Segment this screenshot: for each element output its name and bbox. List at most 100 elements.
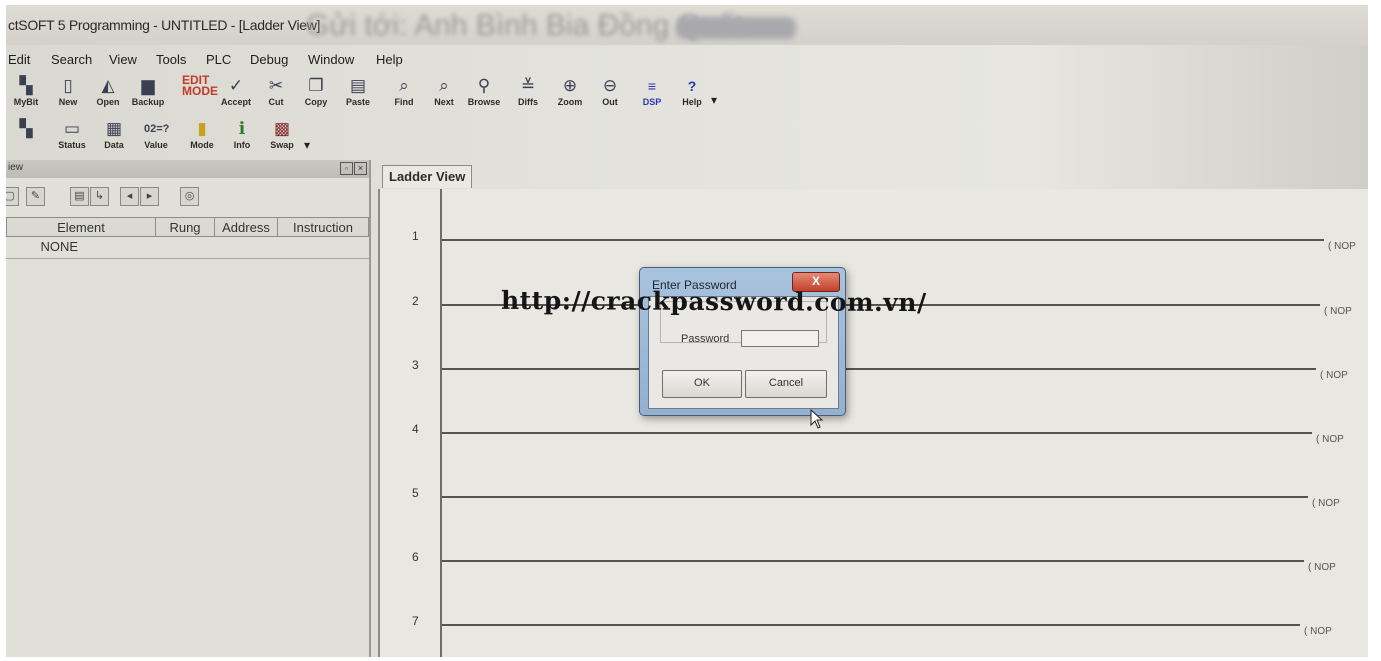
browse-button[interactable]: ⚲ Browse <box>466 75 502 113</box>
rung-number: 1 <box>412 229 419 243</box>
rung-line[interactable] <box>442 624 1300 626</box>
edit-mode-icon: EDIT MODE <box>182 73 218 98</box>
rung-number: 3 <box>412 358 419 372</box>
menu-window[interactable]: Window <box>308 52 354 67</box>
accept-button[interactable]: ✓ Accept <box>218 75 254 113</box>
ladder-canvas[interactable]: 1 2 3 4 5 6 7 ( NOP ( NOP ( NOP ( NOP ( … <box>378 189 1368 657</box>
refresh-icon[interactable]: ◎ <box>180 187 199 206</box>
cut-button[interactable]: ✂ Cut <box>258 75 294 113</box>
goto-icon[interactable]: ↳ <box>90 187 109 206</box>
copy-icon: ❐ <box>308 76 324 95</box>
title-bar: ctSOFT 5 Programming - UNTITLED - [Ladde… <box>6 5 1368 45</box>
password-field[interactable] <box>741 330 819 347</box>
rung-coil[interactable]: ( NOP <box>1304 626 1332 637</box>
print-icon[interactable]: ▤ <box>70 187 89 206</box>
backup-button[interactable]: ▆ Backup <box>130 75 166 113</box>
col-element[interactable]: Element <box>6 217 156 237</box>
rung-line[interactable] <box>442 496 1308 498</box>
menu-view[interactable]: View <box>109 52 137 67</box>
mybit2-button[interactable]: ▚ <box>8 118 44 156</box>
data-icon: ▦ <box>105 119 123 138</box>
open-folder-icon: ◭ <box>101 76 115 95</box>
status-button[interactable]: ▭ Status <box>54 118 90 156</box>
col-address[interactable]: Address <box>214 217 278 237</box>
rung-coil[interactable]: ( NOP <box>1308 562 1336 573</box>
new-button[interactable]: ▯ New <box>50 75 86 113</box>
open-button[interactable]: ◭ Open <box>90 75 126 113</box>
help-button[interactable]: ? Help <box>674 75 710 113</box>
table-row[interactable]: NONE <box>7 237 369 256</box>
ok-button[interactable]: OK <box>662 370 742 398</box>
menu-help[interactable]: Help <box>376 52 403 67</box>
rung-coil[interactable]: ( NOP <box>1320 370 1348 381</box>
rung-line[interactable] <box>442 368 1316 370</box>
dsp-icon: ≡ <box>647 78 657 94</box>
toolbar2-overflow-icon[interactable]: ▾ <box>304 138 310 152</box>
pane-caption: iew ▫ × <box>6 160 369 178</box>
tab-ladder-view[interactable]: Ladder View <box>382 165 473 188</box>
new-file-icon: ▯ <box>63 76 73 95</box>
mode-icon: ▮ <box>197 119 207 138</box>
cell-address <box>215 237 278 256</box>
rung-coil[interactable]: ( NOP <box>1312 498 1340 509</box>
toolbar-overflow-icon[interactable]: ▾ <box>711 93 717 107</box>
next-icon[interactable]: ▸ <box>140 187 159 206</box>
paste-button[interactable]: ▤ Paste <box>340 75 376 113</box>
zoom-icon: ⊕ <box>562 76 578 95</box>
edit-pencil-icon[interactable]: ✎ <box>26 187 45 206</box>
rung-line[interactable] <box>442 239 1324 241</box>
rung-line[interactable] <box>442 560 1304 562</box>
rung-coil[interactable]: ( NOP <box>1316 434 1344 445</box>
pane-tool-1-icon[interactable]: ▢ <box>6 187 19 206</box>
divider <box>6 258 369 259</box>
main-toolbar: ▚ MyBit ▯ New ◭ Open ▆ Backup EDIT MODE ✓ Acce… <box>6 73 746 115</box>
find-icon: ⌕ <box>399 76 409 95</box>
diffs-button[interactable]: ≚ Diffs <box>510 75 546 113</box>
swap-icon: ▩ <box>273 119 291 138</box>
find-button[interactable]: ⌕ Find <box>386 75 422 113</box>
backup-icon: ▆ <box>141 76 155 95</box>
menu-tools[interactable]: Tools <box>156 52 186 67</box>
zoom-out-icon: ⊖ <box>602 76 618 95</box>
mybit-button[interactable]: ▚ MyBit <box>8 75 44 113</box>
mouse-pointer-icon <box>810 409 824 429</box>
menu-edit[interactable]: Edit <box>8 52 30 67</box>
zoom-out-button[interactable]: ⊖ Out <box>592 75 628 113</box>
value-button[interactable]: 02=? Value <box>138 118 174 156</box>
rung-coil[interactable]: ( NOP <box>1324 306 1352 317</box>
info-icon: ℹ <box>238 119 246 138</box>
dsp-button[interactable]: ≡ DSP <box>634 75 670 113</box>
close-icon[interactable]: × <box>354 162 367 175</box>
cancel-button[interactable]: Cancel <box>745 370 827 398</box>
menu-plc[interactable]: PLC <box>206 52 231 67</box>
cut-icon: ✂ <box>268 76 284 95</box>
pin-icon[interactable]: ▫ <box>340 162 353 175</box>
info-button[interactable]: ℹ Info <box>224 118 260 156</box>
data-button[interactable]: ▦ Data <box>96 118 132 156</box>
next-icon: ⌕ <box>439 76 449 95</box>
next-button[interactable]: ⌕ Next <box>426 75 462 113</box>
rung-coil[interactable]: ( NOP <box>1328 241 1356 252</box>
password-label: Password <box>681 333 730 345</box>
app-window: ctSOFT 5 Programming - UNTITLED - [Ladde… <box>6 5 1368 657</box>
status-icon: ▭ <box>63 119 81 138</box>
zoom-button[interactable]: ⊕ Zoom <box>552 75 588 113</box>
blurred-badge <box>676 17 796 39</box>
rung-line[interactable] <box>442 432 1312 434</box>
col-instruction[interactable]: Instruction <box>277 217 369 237</box>
prev-icon[interactable]: ◂ <box>120 187 139 206</box>
edit-mode-button[interactable]: EDIT MODE <box>176 73 218 113</box>
rung-number: 2 <box>412 294 419 308</box>
mybit-icon: ▚ <box>19 119 33 138</box>
copy-button[interactable]: ❐ Copy <box>298 75 334 113</box>
swap-button[interactable]: ▩ Swap <box>264 118 300 156</box>
menu-search[interactable]: Search <box>51 52 92 67</box>
document-tabs: Ladder View <box>378 163 1368 190</box>
col-rung[interactable]: Rung <box>155 217 215 237</box>
watermark-text: http://crackpassword.com.vn/ <box>500 285 927 318</box>
secondary-toolbar: ▚ ▭ Status ▦ Data 02=? Value ▮ Mode ℹ Info ▩ S… <box>6 118 746 158</box>
menu-debug[interactable]: Debug <box>250 52 288 67</box>
paste-icon: ▤ <box>349 76 367 95</box>
cell-instruction <box>278 237 369 256</box>
mode-button[interactable]: ▮ Mode <box>184 118 220 156</box>
